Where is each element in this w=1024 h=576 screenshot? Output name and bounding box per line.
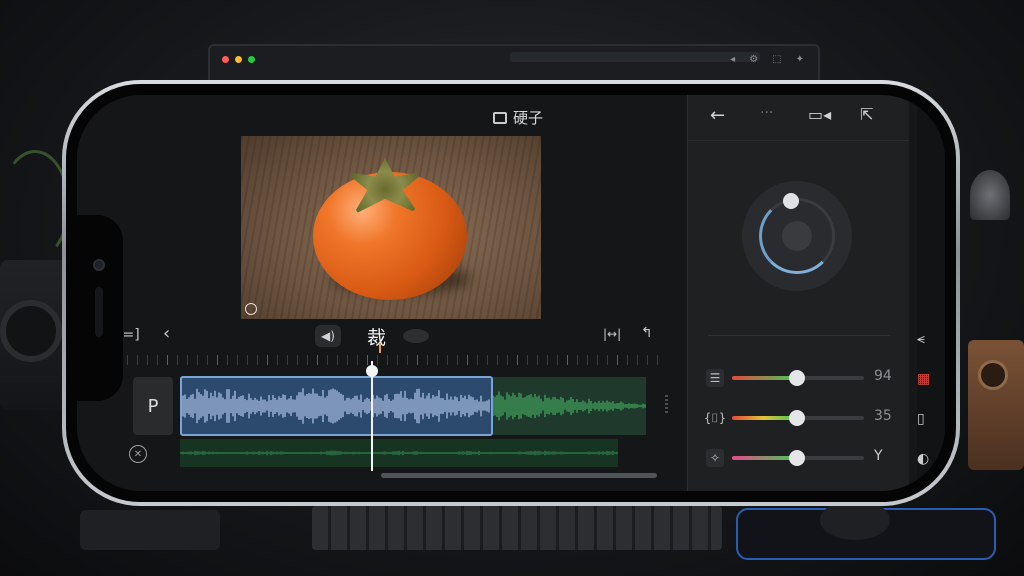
video-preview[interactable]	[241, 136, 541, 319]
slider-thumb[interactable]	[789, 410, 805, 426]
speaker-ring-icon	[0, 300, 62, 362]
slider-track[interactable]	[732, 450, 864, 466]
slider-thumb[interactable]	[789, 370, 805, 386]
slider-track[interactable]	[732, 370, 864, 386]
phone-screen: 硬子 [=] ‹ ◀) 裁 |↔| ↰ P ✕ ← ··· ▭◂ ⇱ ☰ 94 …	[77, 95, 945, 491]
adjust-icon: ☰	[706, 369, 724, 387]
face-id-sensor	[95, 287, 103, 337]
slider-row-1[interactable]: ☰ 94	[706, 366, 896, 390]
cut-label[interactable]: 裁	[367, 323, 386, 350]
slider-fill	[732, 456, 796, 460]
window-controls-icon	[222, 56, 255, 63]
dial-center	[782, 221, 812, 251]
volume-button[interactable]: ◀)	[315, 325, 341, 347]
slider-value: 94	[874, 368, 892, 384]
more-dots-icon[interactable]: ···	[760, 105, 773, 121]
clock-icon	[245, 303, 257, 315]
timeline-marker[interactable]	[379, 343, 381, 353]
panel-divider	[708, 335, 890, 336]
arrow-left-icon[interactable]: ←	[710, 105, 725, 126]
slider-thumb[interactable]	[789, 450, 805, 466]
fit-timeline-icon[interactable]: |↔|	[603, 327, 621, 341]
timeline-scrollbar[interactable]	[381, 473, 657, 478]
project-file-icon	[493, 111, 507, 124]
background-mouse	[820, 500, 890, 540]
waveform-blue	[182, 388, 490, 424]
waveform-secondary	[180, 450, 618, 456]
phone-frame: 硬子 [=] ‹ ◀) 裁 |↔| ↰ P ✕ ← ··· ▭◂ ⇱ ☰ 94 …	[62, 80, 960, 506]
project-title-text: 硬子	[513, 109, 544, 127]
project-title[interactable]: 硬子	[493, 107, 543, 128]
video-camera-icon[interactable]: ▭◂	[808, 105, 831, 124]
video-editor: 硬子 [=] ‹ ◀) 裁 |↔| ↰ P ✕	[77, 95, 685, 491]
slider-fill	[732, 376, 796, 380]
background-radio	[968, 340, 1024, 470]
secondary-audio-track[interactable]	[180, 439, 618, 467]
visibility-icon[interactable]	[403, 329, 429, 343]
timeline-ruler[interactable]	[117, 355, 667, 365]
timeline-toolbar: [=] ‹ ◀) 裁 |↔| ↰	[117, 323, 673, 353]
slider-track[interactable]	[732, 410, 864, 426]
slider-row-2[interactable]: {⌷} 35	[703, 406, 896, 430]
monitor-toolbar-icons: ◂ ⚙ ⬚ ✦	[730, 54, 804, 65]
background-cable	[0, 150, 70, 260]
slider-row-3[interactable]: ✧ Y	[706, 446, 896, 470]
track-label[interactable]: P	[133, 377, 173, 435]
dial-knob[interactable]	[783, 193, 799, 209]
slider-value: 35	[874, 408, 892, 424]
background-lamp	[970, 170, 1010, 220]
radio-knob-icon	[978, 360, 1008, 390]
grid-icon[interactable]: ▦	[917, 371, 930, 387]
sparkle-icon: ✧	[706, 449, 724, 467]
chevron-left-icon[interactable]: ‹	[163, 323, 170, 344]
playhead[interactable]	[371, 361, 373, 471]
share-icon[interactable]: ⇱	[860, 105, 873, 124]
mute-track-icon[interactable]: ✕	[129, 445, 147, 463]
monitor-tabbar	[510, 52, 760, 62]
background-keyboard	[312, 506, 722, 550]
undo-icon[interactable]: ↰	[641, 325, 653, 341]
panel-header: ← ··· ▭◂ ⇱	[688, 95, 909, 141]
crop-icon: {⌷}	[703, 410, 727, 425]
selected-audio-clip[interactable]	[180, 376, 493, 436]
color-wheel-dial[interactable]	[742, 181, 852, 291]
phone-notch	[77, 215, 123, 401]
adjustment-panel: ← ··· ▭◂ ⇱ ☰ 94 {⌷} 35 ✧ Y	[687, 95, 909, 491]
slider-fill	[732, 416, 796, 420]
speaker-icon: ◀)	[321, 329, 335, 343]
background-device	[80, 510, 220, 550]
frame-icon[interactable]: ▯	[917, 411, 925, 427]
side-tool-strip: ⪪ ▦ ▯ ◐	[917, 95, 945, 491]
phone-bezel: 硬子 [=] ‹ ◀) 裁 |↔| ↰ P ✕ ← ··· ▭◂ ⇱ ☰ 94 …	[66, 84, 956, 502]
collapse-icon[interactable]: ⪪	[917, 331, 925, 347]
audio-icon[interactable]: ◐	[917, 451, 929, 467]
slider-value: Y	[874, 448, 883, 464]
front-camera-icon	[93, 259, 105, 271]
track-drag-handle[interactable]	[665, 395, 668, 415]
playhead-handle[interactable]	[366, 365, 378, 377]
